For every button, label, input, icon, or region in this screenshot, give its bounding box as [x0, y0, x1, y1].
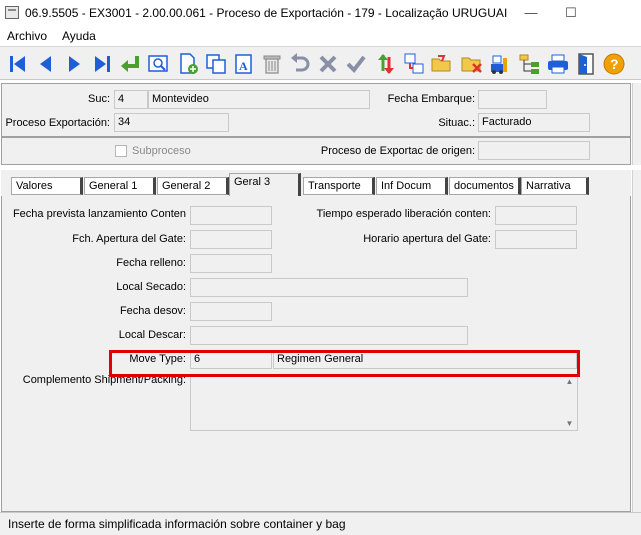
undo-icon[interactable]: [287, 51, 313, 77]
fecha-relleno-field[interactable]: [190, 254, 272, 273]
tab-valores[interactable]: Valores: [11, 177, 83, 195]
proceso-exportacion-label: Proceso Exportación:: [5, 117, 110, 129]
delete-icon[interactable]: [259, 51, 285, 77]
tab-geral-3[interactable]: Geral 3: [229, 173, 301, 196]
status-text: Inserte de forma simplificada informació…: [8, 517, 346, 531]
fecha-prevista-field[interactable]: [190, 206, 272, 225]
subproceso-checkbox[interactable]: [115, 145, 127, 157]
suc-label: Suc:: [87, 93, 110, 105]
fch-apertura-gate-label: Fch. Apertura del Gate:: [72, 233, 186, 245]
header-panel: Suc: 4 Montevideo Fecha Embarque: Proces…: [1, 83, 631, 137]
move-type-highlight: [109, 350, 580, 377]
suc-name-field[interactable]: Montevideo: [148, 90, 370, 109]
fecha-embarque-label: Fecha Embarque:: [387, 93, 475, 105]
first-record-icon[interactable]: [5, 51, 31, 77]
fecha-desov-label: Fecha desov:: [119, 305, 186, 317]
svg-text:A: A: [239, 59, 248, 73]
proceso-exportacion-field[interactable]: 34: [114, 113, 229, 132]
tab-transporte[interactable]: Transporte: [303, 177, 375, 195]
search-icon[interactable]: [145, 51, 171, 77]
local-secado-label: Local Secado:: [116, 281, 186, 293]
tree-icon[interactable]: [517, 51, 543, 77]
menu-bar: Archivo Ayuda: [0, 27, 641, 46]
proceso-origen-label: Proceso de Exportac de origen:: [320, 145, 475, 157]
complemento-shipment-textarea[interactable]: ▲ ▼: [190, 374, 578, 431]
exit-icon[interactable]: [573, 51, 599, 77]
tiempo-esperado-label: Tiempo esperado liberación conten:: [316, 208, 491, 220]
tab-documentos[interactable]: documentos: [449, 177, 521, 195]
title-bar: 06.9.5505 - EX3001 - 2.00.00.061 - Proce…: [0, 0, 641, 27]
tab-inf-docum[interactable]: Inf Docum: [376, 177, 448, 195]
app-icon: [5, 6, 19, 19]
menu-ayuda[interactable]: Ayuda: [62, 29, 96, 43]
suc-code-field[interactable]: 4: [114, 90, 148, 109]
open-folder-icon[interactable]: [429, 51, 455, 77]
menu-archivo[interactable]: Archivo: [7, 29, 47, 43]
export-icon[interactable]: [487, 51, 513, 77]
window-title: 06.9.5505 - EX3001 - 2.00.00.061 - Proce…: [25, 6, 508, 20]
sort-icon[interactable]: [373, 51, 399, 77]
scroll-up-icon[interactable]: ▲: [565, 377, 574, 386]
content-scrollbar[interactable]: [632, 170, 641, 512]
tab-bar: Valores General 1 General 2 Geral 3 Tran…: [1, 170, 631, 196]
fecha-embarque-field[interactable]: [478, 90, 547, 109]
related-records-icon[interactable]: [401, 51, 427, 77]
status-bar: Inserte de forma simplificada informació…: [0, 512, 641, 535]
new-record-icon[interactable]: [175, 51, 201, 77]
local-descar-label: Local Descar:: [118, 329, 186, 341]
minimize-button[interactable]: —: [520, 4, 542, 22]
tiempo-esperado-field[interactable]: [495, 206, 577, 225]
scroll-down-icon[interactable]: ▼: [565, 419, 574, 428]
go-to-icon[interactable]: [117, 51, 143, 77]
horario-apertura-gate-field[interactable]: [495, 230, 577, 249]
cancel-icon[interactable]: [315, 51, 341, 77]
print-icon[interactable]: [545, 51, 571, 77]
fch-apertura-gate-field[interactable]: [190, 230, 272, 249]
fecha-relleno-label: Fecha relleno:: [116, 257, 186, 269]
tab-narrativa[interactable]: Narrativa: [521, 177, 589, 195]
tab-general-2[interactable]: General 2: [157, 177, 229, 195]
confirm-icon[interactable]: [343, 51, 369, 77]
local-secado-field[interactable]: [190, 278, 468, 297]
header-scrollbar[interactable]: [632, 83, 641, 165]
local-descar-field[interactable]: [190, 326, 468, 345]
tab-general-1[interactable]: General 1: [84, 177, 156, 195]
last-record-icon[interactable]: [89, 51, 115, 77]
fecha-desov-field[interactable]: [190, 302, 272, 321]
edit-icon[interactable]: A: [231, 51, 257, 77]
svg-text:?: ?: [610, 56, 619, 72]
fecha-prevista-label: Fecha prevista lanzamiento Conten: [12, 208, 186, 220]
origin-panel: Subproceso Proceso de Exportac de origen…: [1, 137, 631, 165]
copy-icon[interactable]: [203, 51, 229, 77]
horario-apertura-gate-label: Horario apertura del Gate:: [363, 233, 491, 245]
situac-field[interactable]: Facturado: [478, 113, 590, 132]
proceso-origen-field[interactable]: [478, 141, 590, 160]
maximize-button[interactable]: ☐: [560, 4, 582, 22]
help-icon[interactable]: ?: [601, 51, 627, 77]
textarea-scrollbar[interactable]: ▲ ▼: [563, 375, 577, 430]
next-record-icon[interactable]: [61, 51, 87, 77]
previous-record-icon[interactable]: [33, 51, 59, 77]
clear-icon[interactable]: [459, 51, 485, 77]
subproceso-label: Subproceso: [132, 145, 191, 157]
toolbar: A ?: [0, 46, 641, 80]
situac-label: Situac.:: [438, 117, 475, 129]
